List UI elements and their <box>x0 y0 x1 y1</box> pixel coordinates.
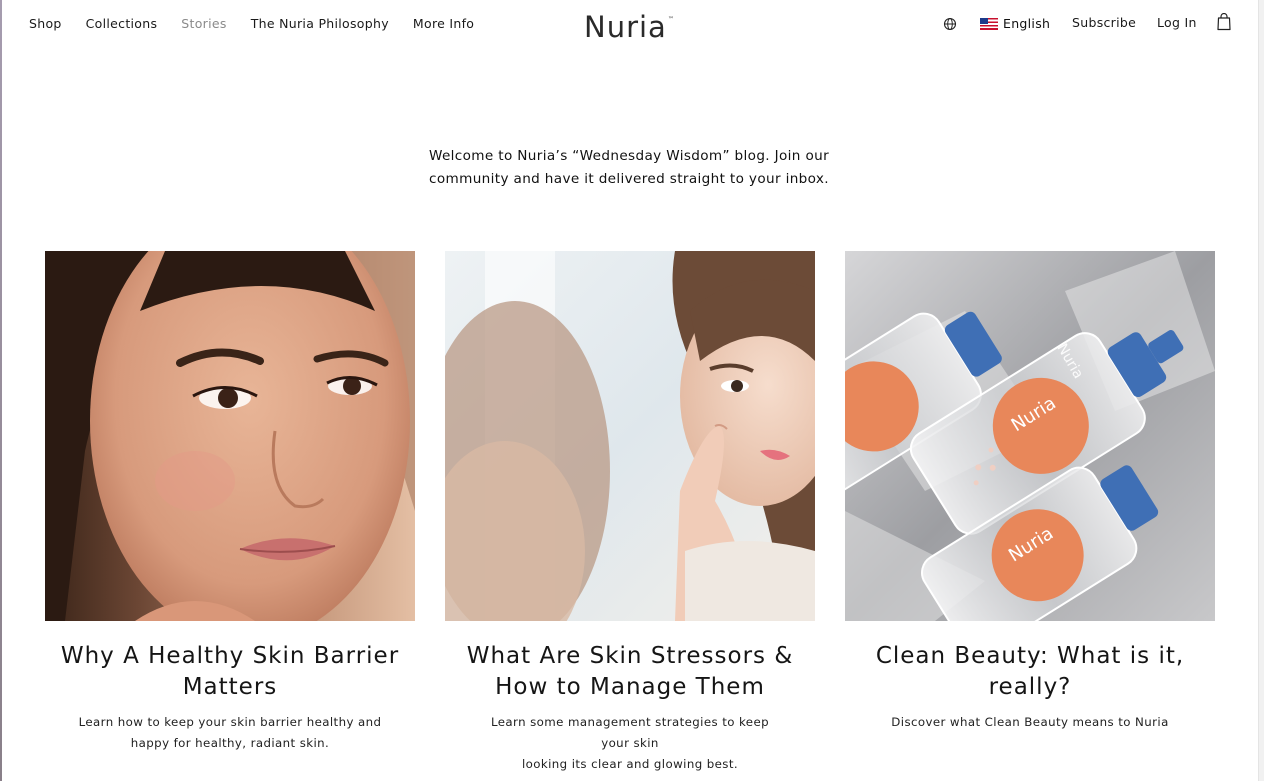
language-label: English <box>1003 16 1051 31</box>
article-description: Discover what Clean Beauty means to Nuri… <box>845 712 1215 733</box>
article-title-line-1: Why A Healthy Skin Barrier <box>60 643 400 669</box>
cart-icon[interactable] <box>1217 13 1231 31</box>
article-desc-line-1: Learn how to keep your skin barrier heal… <box>78 715 382 729</box>
article-card[interactable]: What Are Skin Stressors & How to Manage … <box>445 251 815 775</box>
us-flag-icon <box>980 17 998 30</box>
article-title-line-1: What Are Skin Stressors & <box>466 643 794 669</box>
article-title-line-2: really? <box>988 674 1072 700</box>
article-title-line-2: How to Manage Them <box>495 674 765 700</box>
article-image-clean-beauty[interactable]: Nuria Nuria Nuria <box>845 251 1215 621</box>
article-title[interactable]: What Are Skin Stressors & How to Manage … <box>445 641 815 703</box>
blog-intro: Welcome to Nuria’s “Wednesday Wisdom” bl… <box>0 145 1258 191</box>
article-desc-line-2: happy for healthy, radiant skin. <box>130 736 330 750</box>
article-desc-line-1: Learn some management strategies to keep… <box>490 715 770 750</box>
article-card[interactable]: Why A Healthy Skin Barrier Matters Learn… <box>45 251 415 754</box>
globe-icon[interactable] <box>943 17 957 31</box>
article-card[interactable]: Nuria Nuria Nuria Clean Beauty: What is … <box>845 251 1215 733</box>
article-title-line-2: Matters <box>182 674 278 700</box>
window-left-edge <box>0 0 2 781</box>
article-description: Learn how to keep your skin barrier heal… <box>45 712 415 754</box>
subscribe-link[interactable]: Subscribe <box>1072 15 1136 30</box>
article-image-skin-stressors[interactable] <box>445 251 815 621</box>
article-image-skin-barrier[interactable] <box>45 251 415 621</box>
article-desc-line-2: looking its clear and glowing best. <box>521 757 739 771</box>
language-selector[interactable]: English <box>980 16 1050 31</box>
article-title[interactable]: Why A Healthy Skin Barrier Matters <box>45 641 415 703</box>
site-header: Shop Collections Stories The Nuria Philo… <box>0 0 1258 52</box>
intro-line-1: Welcome to Nuria’s “Wednesday Wisdom” bl… <box>428 148 830 164</box>
article-title[interactable]: Clean Beauty: What is it, really? <box>845 641 1215 703</box>
scrollbar[interactable] <box>1258 0 1264 781</box>
article-desc-line-1: Discover what Clean Beauty means to Nuri… <box>891 715 1169 729</box>
login-link[interactable]: Log In <box>1157 15 1197 30</box>
article-description: Learn some management strategies to keep… <box>445 712 815 775</box>
header-actions: English Subscribe Log In <box>0 13 1258 37</box>
article-title-line-1: Clean Beauty: What is it, <box>875 643 1185 669</box>
intro-line-2: community and have it delivered straight… <box>429 171 829 187</box>
